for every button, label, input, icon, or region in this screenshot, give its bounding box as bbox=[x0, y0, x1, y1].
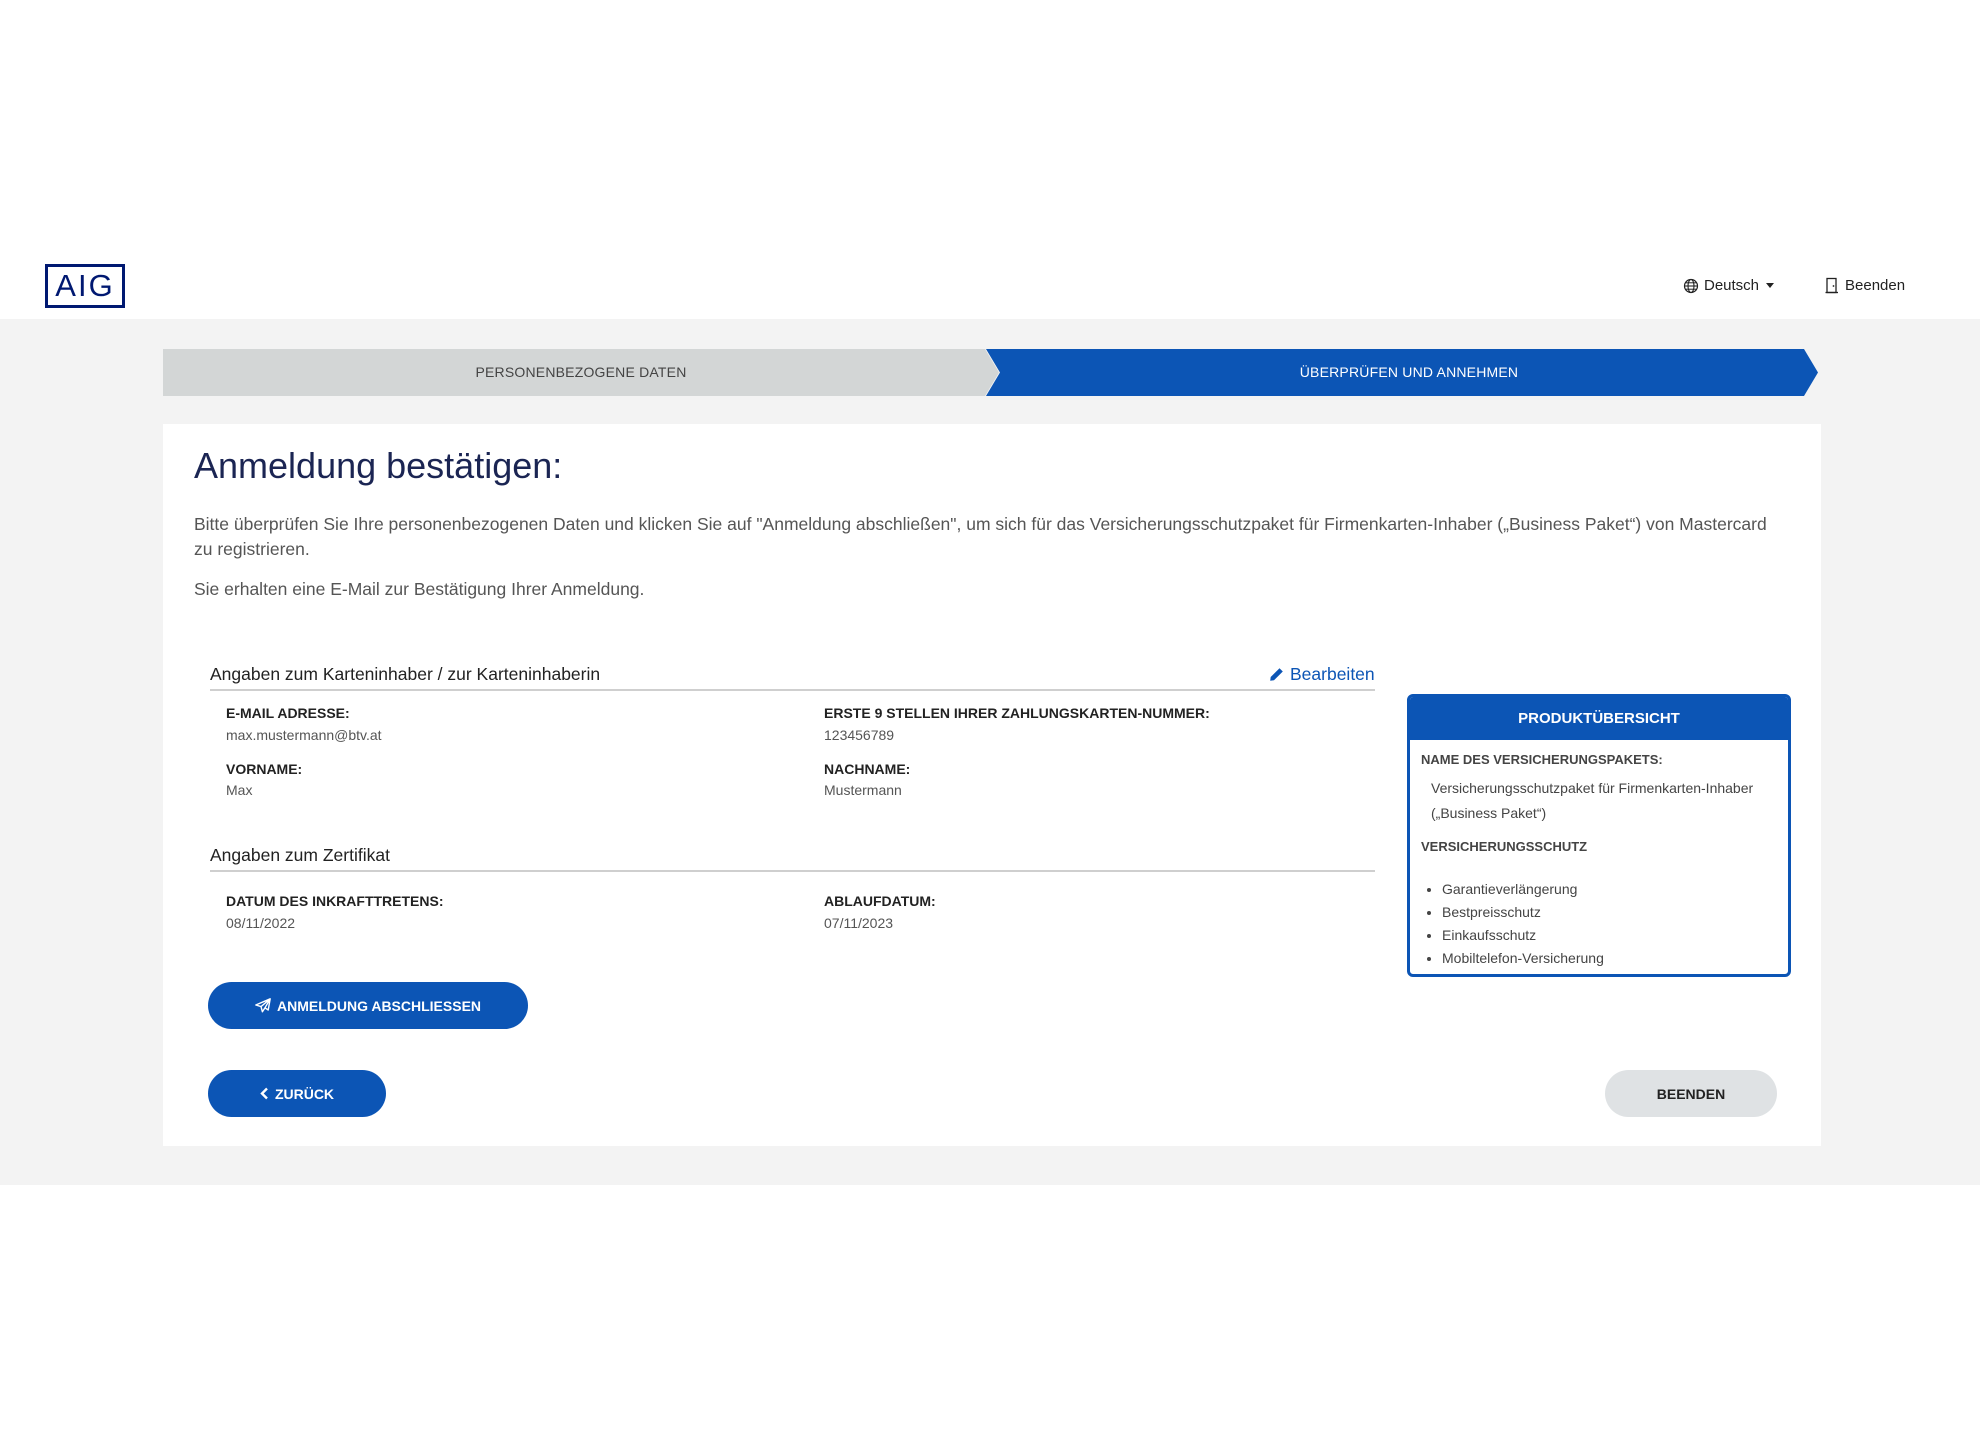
language-selector[interactable]: Deutsch bbox=[1683, 277, 1775, 294]
paper-plane-icon bbox=[255, 998, 271, 1013]
package-name-value: Versicherungsschutzpaket für Firmenkarte… bbox=[1431, 780, 1754, 821]
language-label: Deutsch bbox=[1704, 277, 1760, 294]
back-label: ZURÜCK bbox=[274, 1085, 335, 1102]
start-date-value: 08/11/2022 bbox=[226, 915, 296, 931]
end-date-label: ABLAUFDATUM: bbox=[824, 893, 936, 909]
section-divider bbox=[210, 870, 1375, 872]
aig-logo: AIG bbox=[45, 264, 125, 308]
progress-stepper: PERSONENBEZOGENE DATEN ÜBERPRÜFEN UND AN… bbox=[163, 349, 1818, 396]
package-name-label: NAME DES VERSICHERUNGSPAKETS: bbox=[1421, 752, 1663, 767]
lastname-label: NACHNAME: bbox=[824, 761, 911, 777]
main-card: Anmeldung bestätigen: Bitte überprüfen S… bbox=[163, 424, 1821, 1146]
firstname-label: VORNAME: bbox=[226, 761, 303, 777]
step-personal-data: PERSONENBEZOGENE DATEN bbox=[475, 364, 687, 380]
lastname-value: Mustermann bbox=[824, 782, 902, 798]
caret-down-icon bbox=[1766, 283, 1775, 288]
confirmation-note: Sie erhalten eine E-Mail zur Bestätigung… bbox=[194, 579, 645, 599]
coverage-list: Garantieverlängerung Bestpreisschutz Ein… bbox=[1420, 878, 1604, 970]
door-exit-icon bbox=[1825, 277, 1838, 294]
chevron-left-icon bbox=[260, 1087, 268, 1100]
card-number-value: 123456789 bbox=[824, 727, 895, 743]
exit-label: Beenden bbox=[1845, 277, 1906, 294]
complete-registration-button[interactable]: ANMELDUNG ABSCHLIESSEN bbox=[208, 982, 528, 1029]
coverage-label: VERSICHERUNGSSCHUTZ bbox=[1421, 839, 1588, 854]
firstname-value: Max bbox=[226, 782, 253, 798]
coverage-item: Bestpreisschutz bbox=[1442, 901, 1604, 924]
edit-link[interactable]: Bearbeiten bbox=[1269, 664, 1375, 685]
product-overview-title: PRODUKTÜBERSICHT bbox=[1410, 697, 1788, 740]
complete-registration-label: ANMELDUNG ABSCHLIESSEN bbox=[276, 997, 482, 1014]
finish-button[interactable]: BEENDEN bbox=[1605, 1070, 1777, 1117]
intro-text: Bitte überprüfen Sie Ihre personenbezoge… bbox=[194, 514, 1767, 559]
globe-icon bbox=[1683, 278, 1699, 293]
email-label: E-MAIL ADRESSE: bbox=[226, 705, 350, 721]
product-overview-panel: PRODUKTÜBERSICHT NAME DES VERSICHERUNGSP… bbox=[1407, 694, 1791, 977]
edit-label: Bearbeiten bbox=[1290, 664, 1375, 684]
pencil-icon bbox=[1270, 668, 1283, 681]
coverage-item: Mobiltelefon-Versicherung bbox=[1442, 947, 1604, 970]
end-date-value: 07/11/2023 bbox=[824, 915, 894, 931]
step-review-accept: ÜBERPRÜFEN UND ANNEHMEN bbox=[1299, 364, 1519, 380]
coverage-item: Einkaufsschutz bbox=[1442, 924, 1604, 947]
exit-link[interactable]: Beenden bbox=[1825, 277, 1905, 294]
cardholder-heading: Angaben zum Karteninhaber / zur Kartenin… bbox=[210, 664, 601, 684]
back-button[interactable]: ZURÜCK bbox=[208, 1070, 386, 1117]
page-title: Anmeldung bestätigen: bbox=[194, 445, 563, 486]
start-date-label: DATUM DES INKRAFTTRETENS: bbox=[226, 893, 444, 909]
coverage-item: Garantieverlängerung bbox=[1442, 878, 1604, 901]
finish-label: BEENDEN bbox=[1656, 1085, 1726, 1102]
card-number-label: ERSTE 9 STELLEN IHRER ZAHLUNGSKARTEN-NUM… bbox=[824, 705, 1210, 721]
section-divider bbox=[210, 689, 1375, 691]
email-value: max.mustermann@btv.at bbox=[226, 727, 382, 743]
certificate-heading: Angaben zum Zertifikat bbox=[210, 845, 390, 865]
